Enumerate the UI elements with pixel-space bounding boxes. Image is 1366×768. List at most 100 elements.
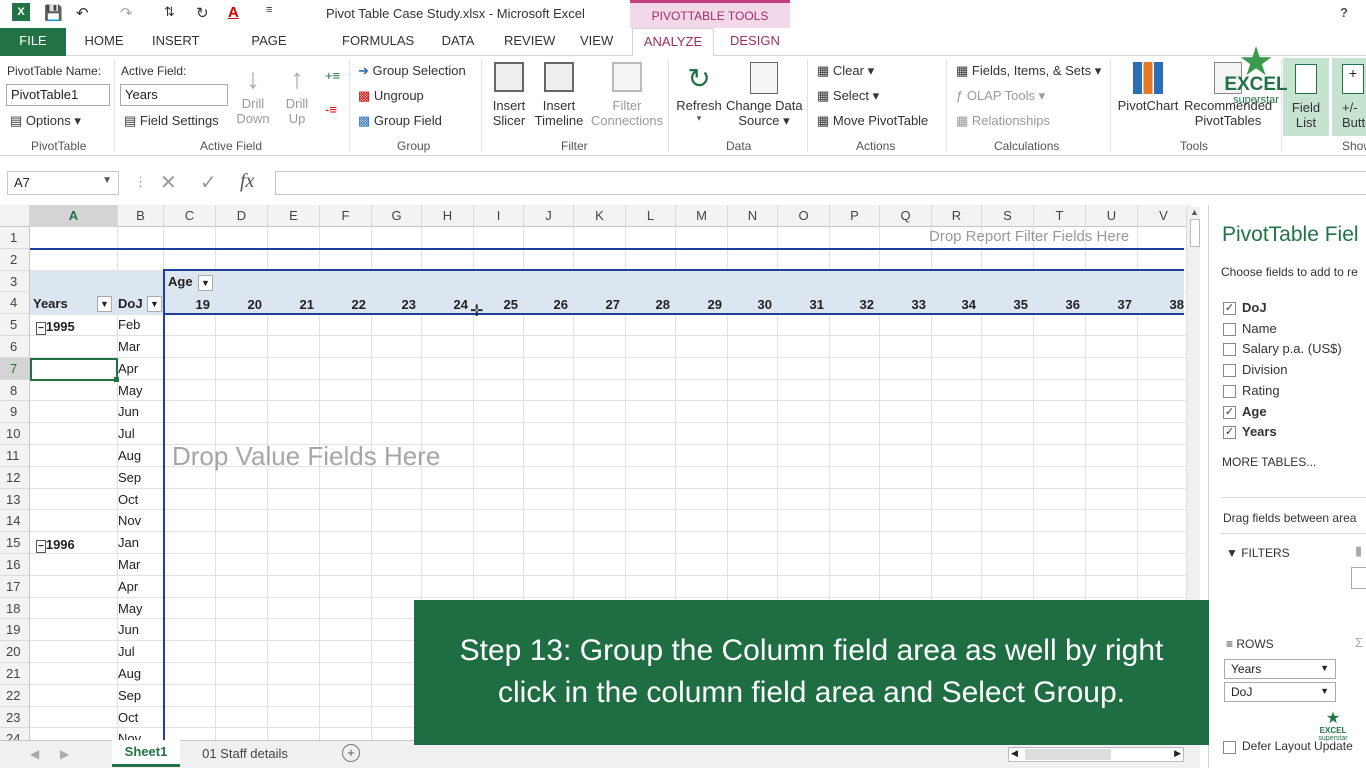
row-header-13[interactable]: 13 <box>0 488 30 511</box>
pivottable-name-input[interactable]: PivotTable1 <box>6 84 110 106</box>
age-label[interactable]: 20 <box>238 297 262 312</box>
month-label[interactable]: Oct <box>118 710 138 725</box>
tab-file[interactable]: FILE <box>0 28 66 56</box>
name-box[interactable]: A7 ▼ <box>7 171 119 195</box>
month-label[interactable]: Sep <box>118 688 141 703</box>
collapse-icon[interactable]: − <box>36 322 46 335</box>
collapse-field-icon[interactable]: -≡ <box>325 102 337 117</box>
age-label[interactable]: 22 <box>342 297 366 312</box>
scroll-right-icon[interactable]: ▶ <box>1174 748 1181 759</box>
row-header-6[interactable]: 6 <box>0 336 30 358</box>
column-header-L[interactable]: L <box>626 205 676 227</box>
refresh-button[interactable]: ↻ Refresh ▾ <box>676 62 722 124</box>
column-header-F[interactable]: F <box>320 205 372 227</box>
drill-down-button[interactable]: ↓ Drill Down <box>236 62 270 126</box>
collapse-icon[interactable]: − <box>36 540 46 553</box>
month-label[interactable]: Nov <box>118 513 141 528</box>
scroll-tabs-left-icon[interactable]: ◀ <box>30 747 39 761</box>
field-checkbox-name[interactable] <box>1223 322 1236 336</box>
tab-page-layout[interactable]: PAGE LAYOUT <box>226 28 312 74</box>
row-header-17[interactable]: 17 <box>0 575 30 598</box>
age-label[interactable]: 25 <box>494 297 518 312</box>
row-header-7[interactable]: 7 <box>0 357 30 380</box>
age-label[interactable]: 26 <box>544 297 568 312</box>
horizontal-scrollbar[interactable]: ◀ ▶ <box>1008 747 1184 762</box>
tab-home[interactable]: HOME <box>84 28 124 56</box>
month-label[interactable]: Nov <box>118 731 141 740</box>
column-header-J[interactable]: J <box>524 205 574 227</box>
month-label[interactable]: May <box>118 383 143 398</box>
month-label[interactable]: Aug <box>118 448 141 463</box>
column-header-O[interactable]: O <box>778 205 830 227</box>
field-checkbox-doj[interactable]: ✓ <box>1223 302 1236 315</box>
month-label[interactable]: Jun <box>118 622 139 637</box>
selected-cell-a7[interactable] <box>30 358 118 381</box>
add-sheet-icon[interactable]: + <box>342 744 360 762</box>
row-header-20[interactable]: 20 <box>0 641 30 663</box>
field-checkbox-rating[interactable] <box>1223 384 1236 398</box>
redo-icon[interactable]: ↷ <box>120 4 133 22</box>
tab-analyze[interactable]: ANALYZE <box>632 28 714 57</box>
rows-item-years[interactable]: Years ▼ <box>1224 659 1336 679</box>
age-label[interactable]: 32 <box>850 297 874 312</box>
age-label[interactable]: 37 <box>1108 297 1132 312</box>
field-label[interactable]: Age <box>1242 404 1267 419</box>
formula-input[interactable] <box>275 171 1366 195</box>
olap-tools-button[interactable]: ƒ OLAP Tools ▾ <box>956 88 1045 104</box>
font-color-icon[interactable]: A <box>228 4 239 21</box>
defer-layout-checkbox[interactable] <box>1223 741 1236 754</box>
year-1995-row[interactable]: −1995 <box>36 319 75 335</box>
column-header-H[interactable]: H <box>422 205 474 227</box>
column-header-T[interactable]: T <box>1034 205 1086 227</box>
fill-handle[interactable] <box>114 377 119 382</box>
age-label[interactable]: 36 <box>1056 297 1080 312</box>
field-label[interactable]: Division <box>1242 362 1288 377</box>
row-header-18[interactable]: 18 <box>0 597 30 620</box>
row-header-5[interactable]: 5 <box>0 314 30 336</box>
month-label[interactable]: Feb <box>118 317 140 332</box>
columns-area-box[interactable] <box>1351 567 1366 589</box>
month-label[interactable]: Jul <box>118 644 135 659</box>
change-data-source-button[interactable]: Change Data Source ▾ <box>726 62 803 129</box>
column-header-S[interactable]: S <box>982 205 1034 227</box>
age-label[interactable]: 28 <box>646 297 670 312</box>
tab-data[interactable]: DATA <box>440 28 476 56</box>
years-filter-dropdown[interactable]: ▼ <box>97 296 112 312</box>
select-button[interactable]: ▦ Select ▾ <box>817 88 879 104</box>
month-label[interactable]: Jan <box>118 535 139 550</box>
field-checkbox-age[interactable]: ✓ <box>1223 405 1236 419</box>
row-header-10[interactable]: 10 <box>0 423 30 445</box>
column-header-K[interactable]: K <box>574 205 626 227</box>
column-header-A[interactable]: A <box>30 205 118 227</box>
month-label[interactable]: Sep <box>118 470 141 485</box>
group-field-button[interactable]: ▩ Group Field <box>358 113 442 129</box>
more-tables-link[interactable]: MORE TABLES... <box>1222 455 1316 469</box>
row-header-16[interactable]: 16 <box>0 554 30 576</box>
horizontal-scrollbar-thumb[interactable] <box>1025 749 1111 760</box>
relationships-button[interactable]: ▦ Relationships <box>956 113 1050 129</box>
group-selection-button[interactable]: ➜ Group Selection <box>358 63 466 79</box>
fields-items-sets-button[interactable]: ▦ Fields, Items, & Sets ▾ <box>956 63 1101 79</box>
column-header-B[interactable]: B <box>118 205 164 227</box>
scroll-up-icon[interactable]: ▲ <box>1187 207 1200 217</box>
doj-filter-dropdown[interactable]: ▼ <box>147 296 162 312</box>
field-label[interactable]: Name <box>1242 321 1277 336</box>
tab-view[interactable]: VIEW <box>580 28 613 56</box>
month-label[interactable]: Apr <box>118 579 138 594</box>
insert-timeline-button[interactable]: Insert Timeline <box>534 62 584 128</box>
age-label[interactable]: 38 <box>1160 297 1184 312</box>
sheet-tab-staff-details[interactable]: 01 Staff details <box>186 743 304 767</box>
month-label[interactable]: Aug <box>118 666 141 681</box>
age-label[interactable]: 35 <box>1004 297 1028 312</box>
column-header-Q[interactable]: Q <box>880 205 932 227</box>
field-settings-button[interactable]: ▤ Field Settings <box>124 113 219 129</box>
rows-item-doj[interactable]: DoJ ▼ <box>1224 682 1336 702</box>
row-header-3[interactable]: 3 <box>0 270 30 293</box>
column-header-G[interactable]: G <box>372 205 422 227</box>
month-label[interactable]: Jun <box>118 404 139 419</box>
month-label[interactable]: Mar <box>118 557 140 572</box>
clear-button[interactable]: ▦ Clear ▾ <box>817 63 874 79</box>
tab-formulas[interactable]: FORMULAS <box>342 28 414 56</box>
value-drop-zone[interactable]: Drop Value Fields Here <box>172 441 440 472</box>
row-header-2[interactable]: 2 <box>0 248 30 271</box>
